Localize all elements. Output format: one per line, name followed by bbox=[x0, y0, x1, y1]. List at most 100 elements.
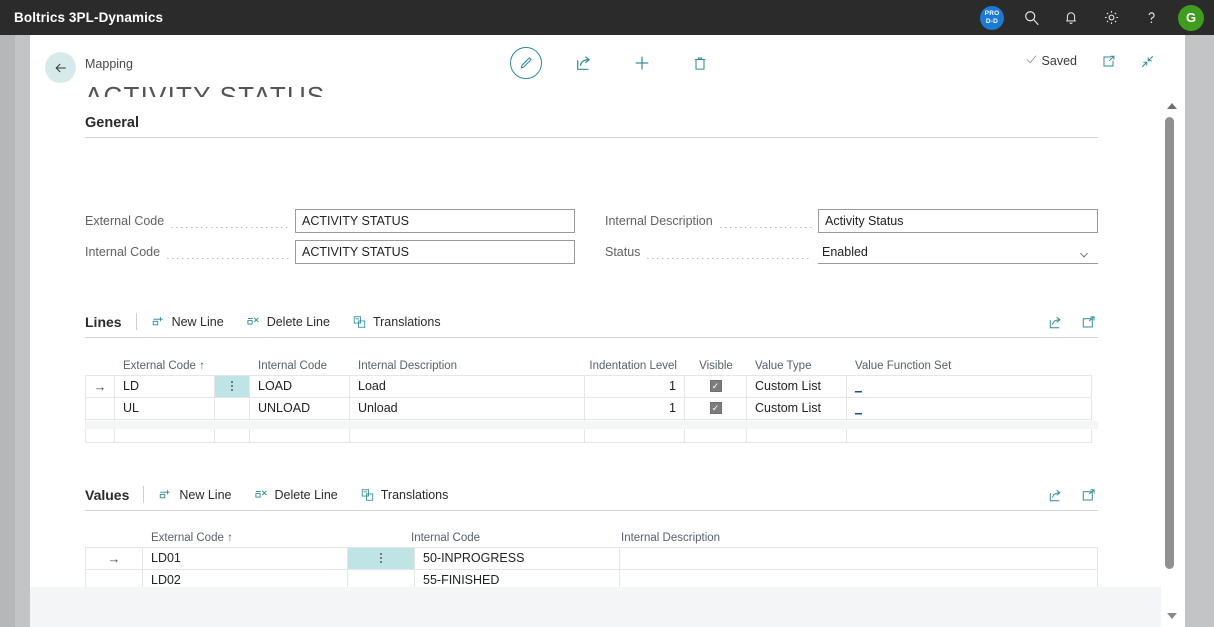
table-row[interactable]: UL UNLOAD Unload 1 ✓ Custom List _ bbox=[85, 397, 1098, 420]
value-function-set-link[interactable]: _ bbox=[855, 379, 862, 393]
divider bbox=[143, 486, 145, 503]
top-navigation-bar: Boltrics 3PL-Dynamics PRO D-D G bbox=[0, 0, 1214, 35]
status-dropdown[interactable]: Enabled bbox=[818, 240, 1098, 264]
cell-indentation-level[interactable]: 1 bbox=[585, 397, 685, 420]
search-icon[interactable] bbox=[1018, 5, 1044, 31]
field-label-status: Status bbox=[605, 245, 641, 259]
delete-icon[interactable] bbox=[684, 47, 716, 79]
collapse-icon[interactable] bbox=[1140, 54, 1155, 69]
saved-indicator: Saved bbox=[1025, 53, 1077, 69]
values-part-header: Values New Line Delete Line Translations bbox=[85, 486, 470, 503]
share-icon[interactable] bbox=[1048, 488, 1063, 508]
scrollbar-thumb[interactable] bbox=[1165, 117, 1174, 569]
values-part-right-actions bbox=[1048, 488, 1096, 508]
help-icon[interactable] bbox=[1138, 5, 1164, 31]
internal-code-input[interactable]: ACTIVITY STATUS bbox=[295, 240, 575, 264]
edit-icon[interactable] bbox=[510, 47, 542, 79]
cell-external-code[interactable]: LD bbox=[115, 375, 215, 398]
open-in-excel-icon[interactable] bbox=[1081, 315, 1096, 335]
cell-indentation-level[interactable]: 1 bbox=[585, 375, 685, 398]
lines-part-header: Lines New Line Delete Line Translations bbox=[85, 313, 463, 330]
internal-description-input[interactable]: Activity Status bbox=[818, 209, 1098, 233]
content-bottom-band bbox=[30, 587, 1161, 627]
lines-translations-button[interactable]: Translations bbox=[352, 315, 441, 329]
values-part-title: Values bbox=[85, 486, 130, 503]
field-internal-code: Internal Code ACTIVITY STATUS bbox=[85, 240, 575, 264]
vertical-dots-icon bbox=[231, 381, 233, 392]
lines-delete-line-label: Delete Line bbox=[266, 314, 330, 329]
row-selector[interactable]: → bbox=[85, 375, 115, 398]
cell-internal-description[interactable] bbox=[620, 547, 1098, 570]
values-translations-button[interactable]: Translations bbox=[360, 488, 448, 502]
col-internal-code[interactable]: Internal Code bbox=[250, 360, 350, 375]
content-scrollbar[interactable] bbox=[1161, 97, 1185, 627]
new-icon[interactable] bbox=[626, 47, 658, 79]
back-button[interactable] bbox=[45, 52, 76, 83]
scroll-down-arrow-icon[interactable] bbox=[1167, 613, 1177, 619]
user-avatar[interactable]: G bbox=[1178, 4, 1204, 31]
lines-delete-line-button[interactable]: Delete Line bbox=[246, 315, 330, 329]
lines-translations-label: Translations bbox=[372, 314, 441, 329]
cell-internal-code[interactable]: UNLOAD bbox=[250, 397, 350, 420]
field-label-internal-code: Internal Code bbox=[85, 245, 161, 259]
cell-value-type[interactable]: Custom List bbox=[747, 397, 847, 420]
share-icon[interactable] bbox=[568, 47, 600, 79]
values-new-line-button[interactable]: New Line bbox=[158, 488, 232, 502]
lines-new-line-button[interactable]: New Line bbox=[151, 315, 224, 329]
visible-checkbox[interactable]: ✓ bbox=[709, 380, 722, 393]
bell-icon[interactable] bbox=[1058, 5, 1084, 31]
external-code-input[interactable]: ACTIVITY STATUS bbox=[295, 209, 575, 233]
cell-external-code[interactable]: LD01 bbox=[143, 547, 348, 570]
status-dropdown-value: Enabled bbox=[822, 244, 868, 259]
translations-icon bbox=[360, 488, 375, 502]
vertical-dots-icon bbox=[380, 553, 382, 564]
cell-external-code[interactable]: UL bbox=[115, 397, 215, 420]
table-row[interactable]: → LD LOAD Load 1 ✓ Custom List _ bbox=[85, 375, 1098, 398]
share-icon[interactable] bbox=[1048, 315, 1063, 335]
cell-value-type[interactable]: Custom List bbox=[747, 375, 847, 398]
environment-badge[interactable]: PRO D-D bbox=[980, 5, 1004, 30]
field-status: Status Enabled bbox=[605, 240, 1098, 264]
col-value-function-set[interactable]: Value Function Set bbox=[847, 360, 1092, 375]
cell-internal-description[interactable]: Unload bbox=[350, 397, 585, 420]
col-visible[interactable]: Visible bbox=[685, 360, 747, 375]
row-context-menu-button[interactable] bbox=[215, 375, 250, 398]
visible-checkbox[interactable]: ✓ bbox=[709, 402, 722, 415]
value-function-set-link[interactable]: _ bbox=[855, 401, 862, 415]
col-external-code[interactable]: External Code ↑ bbox=[143, 532, 403, 547]
col-internal-description[interactable]: Internal Description bbox=[613, 532, 1093, 547]
divider bbox=[135, 313, 137, 330]
scroll-up-arrow-icon[interactable] bbox=[1167, 103, 1177, 109]
breadcrumb[interactable]: Mapping bbox=[85, 57, 133, 71]
leader-dots bbox=[167, 258, 289, 259]
cell-visible[interactable]: ✓ bbox=[685, 375, 747, 398]
general-section-heading: General bbox=[85, 115, 139, 131]
col-internal-code[interactable]: Internal Code bbox=[403, 532, 613, 547]
col-external-code[interactable]: External Code ↑ bbox=[115, 360, 250, 375]
cell-value-function-set[interactable]: _ bbox=[847, 397, 1092, 420]
col-internal-description[interactable]: Internal Description bbox=[350, 360, 585, 375]
row-selector[interactable]: → bbox=[85, 547, 143, 570]
leader-dots bbox=[719, 227, 812, 228]
cell-internal-code[interactable]: 50-INPROGRESS bbox=[415, 547, 620, 570]
row-context-menu-button[interactable] bbox=[348, 547, 415, 570]
row-context-menu-button[interactable] bbox=[215, 397, 250, 420]
field-external-code: External Code ACTIVITY STATUS bbox=[85, 209, 575, 233]
check-icon bbox=[1025, 53, 1038, 69]
open-in-excel-icon[interactable] bbox=[1081, 488, 1096, 508]
open-in-new-window-icon[interactable] bbox=[1101, 54, 1116, 69]
cell-internal-description[interactable]: Load bbox=[350, 375, 585, 398]
general-section-rule bbox=[85, 137, 1098, 138]
cell-visible[interactable]: ✓ bbox=[685, 397, 747, 420]
field-label-external-code: External Code bbox=[85, 214, 165, 228]
lines-new-line-label: New Line bbox=[171, 314, 224, 329]
gear-icon[interactable] bbox=[1098, 5, 1124, 31]
cell-internal-code[interactable]: LOAD bbox=[250, 375, 350, 398]
table-row[interactable]: → LD01 50-INPROGRESS bbox=[85, 547, 1098, 570]
values-delete-line-button[interactable]: Delete Line bbox=[254, 488, 338, 502]
cell-value-function-set[interactable]: _ bbox=[847, 375, 1092, 398]
lines-table-header: External Code ↑ Internal Code Internal D… bbox=[85, 353, 1098, 375]
col-value-type[interactable]: Value Type bbox=[747, 360, 847, 375]
col-indentation-level[interactable]: Indentation Level bbox=[585, 360, 685, 375]
row-selector[interactable] bbox=[85, 397, 115, 420]
